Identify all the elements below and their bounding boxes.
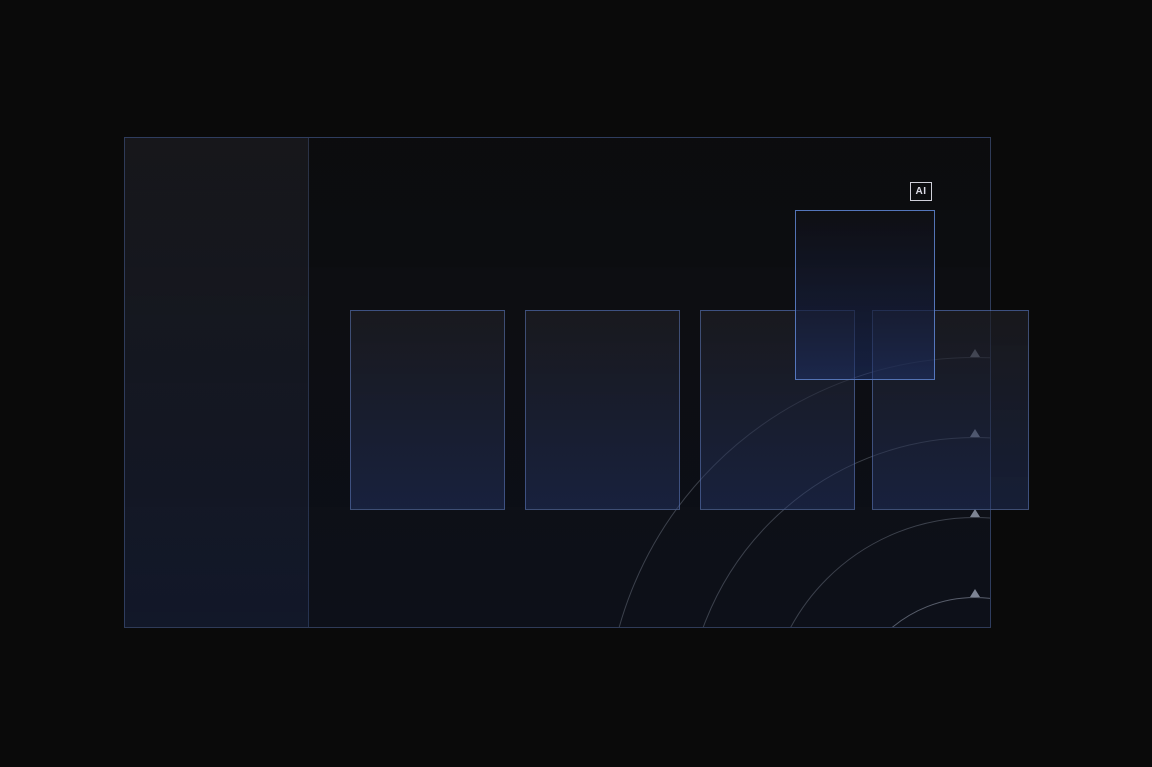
radar-ring-icon xyxy=(765,517,992,628)
content-card[interactable] xyxy=(350,310,505,510)
radar-ring-icon xyxy=(845,597,992,628)
content-card[interactable] xyxy=(525,310,680,510)
sidebar-panel xyxy=(125,138,309,627)
content-card-selected[interactable] xyxy=(795,210,935,380)
ai-badge: AI xyxy=(910,182,932,201)
radar-marker-icon xyxy=(970,509,980,517)
ai-badge-label: AI xyxy=(916,186,927,197)
radar-marker-icon xyxy=(970,589,980,597)
cards-row xyxy=(350,310,855,510)
